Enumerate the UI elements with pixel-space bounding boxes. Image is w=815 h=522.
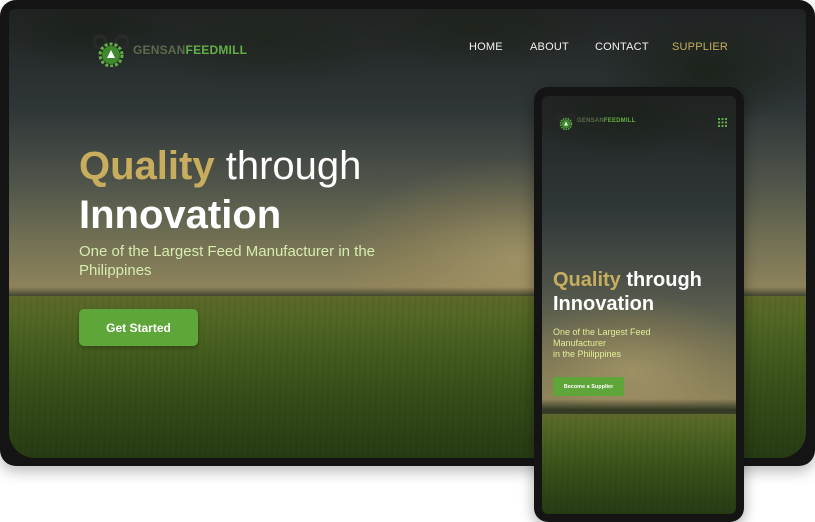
mobile-logo-text-feedmill: FEEDMILL xyxy=(603,118,636,124)
logo-text-gensan: GENSAN xyxy=(133,43,186,57)
become-supplier-button[interactable]: Become a Supplier xyxy=(553,377,624,396)
mobile-hero-title: Quality through Innovation xyxy=(553,268,733,316)
hero-title-rest: through xyxy=(214,144,362,188)
main-nav: HOME ABOUT CONTACT SUPPLIER xyxy=(469,41,728,53)
logo-text-feedmill: FEEDMILL xyxy=(185,43,248,57)
gear-chicken-logo-icon xyxy=(556,113,576,130)
nav-supplier[interactable]: SUPPLIER xyxy=(672,41,728,53)
gear-chicken-logo-icon xyxy=(92,34,130,67)
mobile-subtitle-line2: Manufacturer xyxy=(553,338,607,348)
mobile-hero-title-accent: Quality xyxy=(553,269,621,291)
device-mockup-stage: GENSANFEEDMILL HOME ABOUT CONTACT SUPPLI… xyxy=(0,0,815,522)
hero-title: Quality through Innovation xyxy=(79,142,479,240)
nav-about[interactable]: ABOUT xyxy=(530,41,595,53)
mobile-logo-text: GENSANFEEDMILL xyxy=(577,118,635,124)
nav-contact[interactable]: CONTACT xyxy=(595,41,672,53)
mobile-logo-text-gensan: GENSAN xyxy=(577,118,604,124)
hero-subtitle: One of the Largest Feed Manufacturer in … xyxy=(79,243,376,279)
logo-text: GENSANFEEDMILL xyxy=(133,43,247,57)
get-started-button[interactable]: Get Started xyxy=(79,309,198,346)
mobile-subtitle-line1: One of the Largest Feed xyxy=(553,327,651,337)
mobile-hero-title-line2: Innovation xyxy=(553,293,655,315)
mobile-site-logo[interactable]: GENSANFEEDMILL xyxy=(556,112,635,130)
site-logo[interactable]: GENSANFEEDMILL xyxy=(91,33,247,67)
phone-frame: GENSANFEEDMILL Quality through Innovatio… xyxy=(534,87,744,522)
mobile-subtitle-line3: in the Philippines xyxy=(553,349,622,359)
mobile-hero-title-rest: through xyxy=(620,269,702,291)
hero-title-accent: Quality xyxy=(79,144,215,188)
mobile-hero-subtitle: One of the Largest Feed Manufacturer in … xyxy=(553,327,688,360)
nav-home[interactable]: HOME xyxy=(469,41,530,53)
grid-menu-icon[interactable] xyxy=(718,118,727,127)
phone-screen: GENSANFEEDMILL Quality through Innovatio… xyxy=(542,96,736,514)
hero-title-line2: Innovation xyxy=(79,193,282,237)
